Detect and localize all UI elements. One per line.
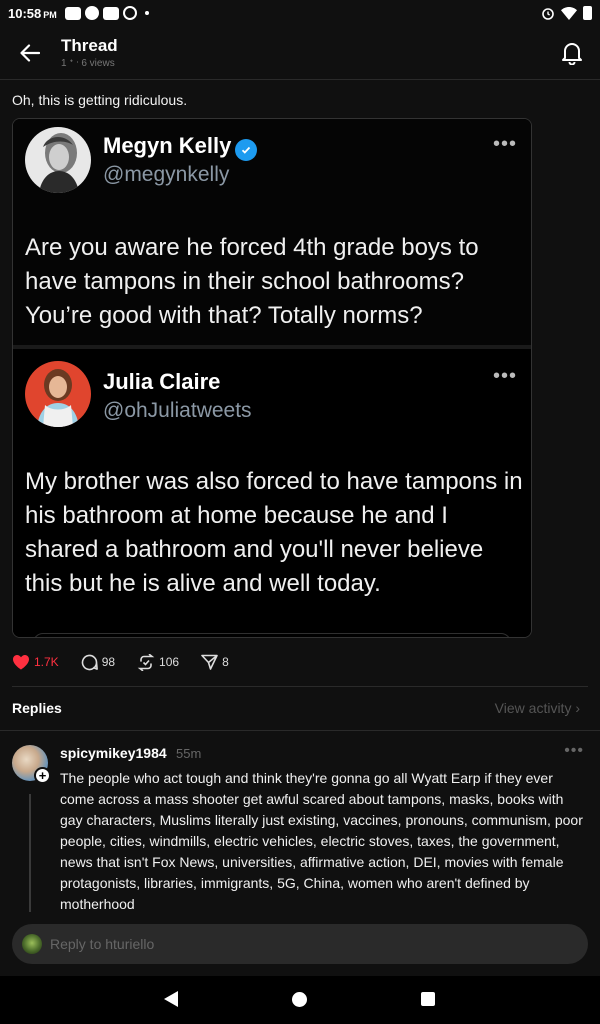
share-icon xyxy=(201,654,218,670)
view-activity-link[interactable]: View activity › xyxy=(495,700,580,716)
comment-count: 98 xyxy=(101,655,116,669)
tweet-author-handle: @megynkelly xyxy=(103,163,230,186)
embedded-tweet: Megyn Kelly @megynkelly ••• Are you awar… xyxy=(13,119,531,347)
repost-icon xyxy=(137,653,155,671)
repost-button[interactable]: 106 xyxy=(137,653,180,671)
repost-count: 106 xyxy=(159,655,180,669)
status-right xyxy=(541,6,592,20)
tweet-author-name: Julia Claire xyxy=(103,369,221,394)
messenger-notification-icon xyxy=(84,6,99,20)
page-title: Thread xyxy=(61,36,118,55)
avatar xyxy=(25,361,91,427)
verified-badge-icon xyxy=(235,139,258,161)
reply-timestamp: 55m xyxy=(176,746,202,761)
app-header: Thread 1 ᐩ ᐧ 6 views xyxy=(0,26,600,80)
share-button[interactable]: 8 xyxy=(201,654,229,670)
nav-back-icon[interactable] xyxy=(164,991,178,1007)
embedded-tweet: Julia Claire @ohJuliatweets ••• My broth… xyxy=(13,349,531,637)
tweet-body: My brother was also forced to have tampo… xyxy=(25,468,523,597)
tweet-author-handle: @ohJuliatweets xyxy=(103,399,252,422)
threads-notification-icon xyxy=(122,6,137,20)
bell-icon xyxy=(562,43,582,65)
youtube-notification-icon xyxy=(64,6,81,20)
quoted-card-edge xyxy=(33,633,511,637)
back-button[interactable] xyxy=(14,38,46,68)
reply-input[interactable] xyxy=(50,936,550,952)
like-button[interactable]: 1.7K xyxy=(12,654,59,670)
comment-icon xyxy=(81,654,98,670)
post-actions: 1.7K 98 106 8 xyxy=(12,650,251,674)
thread-line xyxy=(29,794,31,912)
nav-home-icon[interactable] xyxy=(292,992,307,1007)
avatar xyxy=(22,934,42,954)
battery-icon xyxy=(583,6,592,20)
more-icon[interactable]: ••• xyxy=(564,742,584,760)
heart-icon xyxy=(13,655,29,670)
notification-icons xyxy=(64,6,149,20)
status-time: 10:58 PM xyxy=(8,5,57,21)
youtube-notification-icon xyxy=(102,6,119,20)
page-subtitle: 1 ᐩ ᐧ 6 views xyxy=(61,58,115,69)
nav-recents-icon[interactable] xyxy=(421,992,435,1006)
share-count: 8 xyxy=(222,655,229,669)
tweet-body: Are you aware he forced 4th grade boys t… xyxy=(25,234,479,329)
more-icon: ••• xyxy=(492,133,517,155)
tweet-author-name: Megyn Kelly xyxy=(103,133,258,161)
more-notifications-dot-icon xyxy=(144,11,149,15)
avatar xyxy=(25,127,91,193)
plus-icon[interactable]: + xyxy=(34,767,51,784)
divider xyxy=(12,686,588,687)
back-arrow-icon xyxy=(20,44,40,62)
status-bar: 10:58 PM xyxy=(0,0,600,26)
post-text: Oh, this is getting ridiculous. xyxy=(12,92,188,108)
notifications-button[interactable] xyxy=(558,38,586,68)
divider xyxy=(0,730,600,731)
reply-username[interactable]: spicymikey1984 xyxy=(60,745,167,761)
more-icon: ••• xyxy=(492,365,517,387)
reply-composer[interactable] xyxy=(12,924,588,964)
comment-button[interactable]: 98 xyxy=(81,654,115,671)
reply-body: The people who act tough and think they'… xyxy=(60,770,583,912)
post-image[interactable]: Megyn Kelly @megynkelly ••• Are you awar… xyxy=(12,118,532,638)
system-nav-bar xyxy=(0,976,600,1024)
replies-heading: Replies xyxy=(12,700,62,716)
like-count: 1.7K xyxy=(34,655,59,669)
alarm-icon xyxy=(542,8,554,20)
wifi-icon xyxy=(561,6,577,20)
